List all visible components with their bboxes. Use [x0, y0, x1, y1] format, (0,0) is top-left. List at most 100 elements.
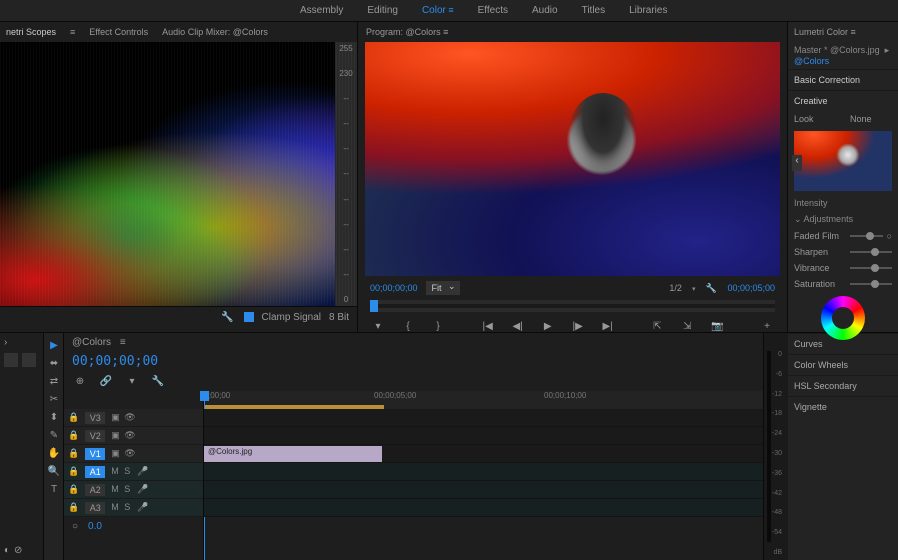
new-bin-icon[interactable]: ◐: [4, 545, 10, 556]
play-icon[interactable]: ▶: [540, 318, 556, 334]
toggle-output-icon[interactable]: ▣: [111, 412, 119, 423]
track-label[interactable]: A3: [85, 502, 105, 514]
track-label[interactable]: V2: [85, 430, 105, 442]
bit-depth[interactable]: 8 Bit: [329, 312, 349, 323]
wrench-icon[interactable]: 🔧: [703, 280, 719, 296]
workspace-tab[interactable]: Titles: [582, 5, 606, 16]
solo-icon[interactable]: S: [124, 502, 132, 513]
workspace-tab[interactable]: Color: [422, 5, 454, 16]
marker-icon[interactable]: ▾: [124, 373, 140, 389]
timecode-out[interactable]: 00;00;05;00: [727, 283, 775, 293]
export-frame-icon[interactable]: 📷: [709, 318, 725, 334]
track-label[interactable]: V3: [85, 412, 105, 424]
section-hsl[interactable]: HSL Secondary: [788, 375, 898, 396]
toggle-output-icon[interactable]: ▣: [111, 430, 119, 441]
look-dropdown[interactable]: None: [850, 114, 872, 124]
chevron-icon[interactable]: ›: [4, 337, 7, 348]
razor-tool-icon[interactable]: ✂: [46, 391, 62, 407]
list-view-icon[interactable]: [4, 353, 18, 367]
track-select-icon[interactable]: ⬌: [46, 355, 62, 371]
shadow-tint-wheel[interactable]: [821, 296, 865, 340]
zoom-level[interactable]: 0.0: [88, 521, 102, 532]
vibrance-slider[interactable]: [850, 267, 892, 269]
extract-icon[interactable]: ⇲: [679, 318, 695, 334]
program-title[interactable]: Program: @Colors: [366, 27, 441, 37]
timecode-in[interactable]: 00;00;00;00: [370, 283, 418, 293]
tab-menu-icon[interactable]: ≡: [443, 27, 448, 37]
step-forward-icon[interactable]: |▶: [570, 318, 586, 334]
zoom-tool-icon[interactable]: 🔍: [46, 463, 62, 479]
ripple-edit-icon[interactable]: ⇄: [46, 373, 62, 389]
eye-icon[interactable]: 👁: [124, 448, 132, 459]
adjustments-header[interactable]: ⌄ Adjustments: [788, 211, 898, 228]
mute-icon[interactable]: M: [111, 484, 119, 495]
sharpen-slider[interactable]: [850, 251, 892, 253]
track-label[interactable]: A2: [85, 484, 105, 496]
toggle-output-icon[interactable]: ▣: [111, 448, 119, 459]
settings-icon[interactable]: 🔧: [150, 373, 166, 389]
lumetri-title[interactable]: Lumetri Color: [794, 27, 848, 37]
go-to-out-icon[interactable]: ▶|: [600, 318, 616, 334]
section-vignette[interactable]: Vignette: [788, 396, 898, 417]
workspace-tab[interactable]: Editing: [367, 5, 398, 16]
lift-icon[interactable]: ⇱: [649, 318, 665, 334]
faded-film-slider[interactable]: [850, 235, 883, 237]
tab-effect-controls[interactable]: Effect Controls: [89, 27, 148, 37]
section-color-wheels[interactable]: Color Wheels: [788, 354, 898, 375]
playhead-icon[interactable]: [370, 300, 378, 312]
scopes-waveform[interactable]: 255 230 -- -- -- -- -- -- -- -- 0: [0, 42, 357, 307]
master-clip[interactable]: Master * @Colors.jpg: [794, 45, 880, 55]
icon-view-icon[interactable]: [22, 353, 36, 367]
mark-out-bracket-icon[interactable]: }: [430, 318, 446, 334]
mute-icon[interactable]: M: [111, 502, 119, 513]
voice-over-icon[interactable]: 🎤: [137, 466, 145, 477]
type-tool-icon[interactable]: T: [46, 481, 62, 497]
clip-link[interactable]: @Colors: [794, 56, 829, 66]
workspace-tab[interactable]: Assembly: [300, 5, 343, 16]
pen-tool-icon[interactable]: ✎: [46, 427, 62, 443]
mark-in-icon[interactable]: ▾: [370, 318, 386, 334]
snap-icon[interactable]: ⊕: [72, 373, 88, 389]
workspace-tab[interactable]: Libraries: [629, 5, 667, 16]
workspace-tab[interactable]: Audio: [532, 5, 558, 16]
section-creative[interactable]: Creative: [788, 90, 898, 111]
timeline-tracks[interactable]: ;00;00 00;00;05;00 00;00;10;00 @Colors.j…: [204, 391, 763, 560]
mark-in-bracket-icon[interactable]: {: [400, 318, 416, 334]
lock-icon[interactable]: 🔒: [68, 430, 79, 441]
section-basic-correction[interactable]: Basic Correction: [788, 69, 898, 90]
tab-audio-mixer[interactable]: Audio Clip Mixer: @Colors: [162, 27, 268, 37]
lock-icon[interactable]: 🔒: [68, 448, 79, 459]
clip[interactable]: @Colors.jpg: [204, 446, 382, 462]
lock-icon[interactable]: 🔒: [68, 466, 79, 477]
program-scrubber[interactable]: [370, 300, 775, 312]
selection-tool-icon[interactable]: ▶: [46, 337, 62, 353]
timeline-timecode[interactable]: 00;00;00;00: [72, 354, 158, 369]
solo-icon[interactable]: S: [124, 484, 132, 495]
mute-icon[interactable]: M: [111, 466, 119, 477]
timeline-ruler[interactable]: ;00;00 00;00;05;00 00;00;10;00: [204, 391, 763, 409]
linked-selection-icon[interactable]: 🔗: [98, 373, 114, 389]
look-preview[interactable]: [794, 131, 892, 191]
tab-menu-icon[interactable]: ≡: [70, 27, 75, 37]
clamp-checkbox[interactable]: [244, 312, 254, 322]
workspace-tab[interactable]: Effects: [478, 5, 508, 16]
clear-icon[interactable]: ⊘: [14, 545, 22, 556]
voice-over-icon[interactable]: 🎤: [137, 484, 145, 495]
go-to-in-icon[interactable]: |◀: [480, 318, 496, 334]
program-viewport[interactable]: [365, 42, 780, 276]
step-back-icon[interactable]: ◀|: [510, 318, 526, 334]
add-button-icon[interactable]: +: [759, 318, 775, 334]
solo-icon[interactable]: S: [124, 466, 132, 477]
wrench-icon[interactable]: 🔧: [220, 309, 236, 325]
hand-tool-icon[interactable]: ✋: [46, 445, 62, 461]
audio-meter[interactable]: 0 -6 -12 -18 -24 -30 -36 -42 -48 -54 dB: [764, 333, 788, 560]
saturation-slider[interactable]: [850, 283, 892, 285]
fit-dropdown[interactable]: Fit: [426, 281, 460, 295]
lock-icon[interactable]: 🔒: [68, 484, 79, 495]
eye-icon[interactable]: 👁: [124, 430, 132, 441]
tab-lumetri-scopes[interactable]: netri Scopes: [6, 27, 56, 37]
lock-icon[interactable]: 🔒: [68, 502, 79, 513]
lock-icon[interactable]: 🔒: [68, 412, 79, 423]
voice-over-icon[interactable]: 🎤: [137, 502, 145, 513]
eye-icon[interactable]: 👁: [124, 412, 132, 423]
